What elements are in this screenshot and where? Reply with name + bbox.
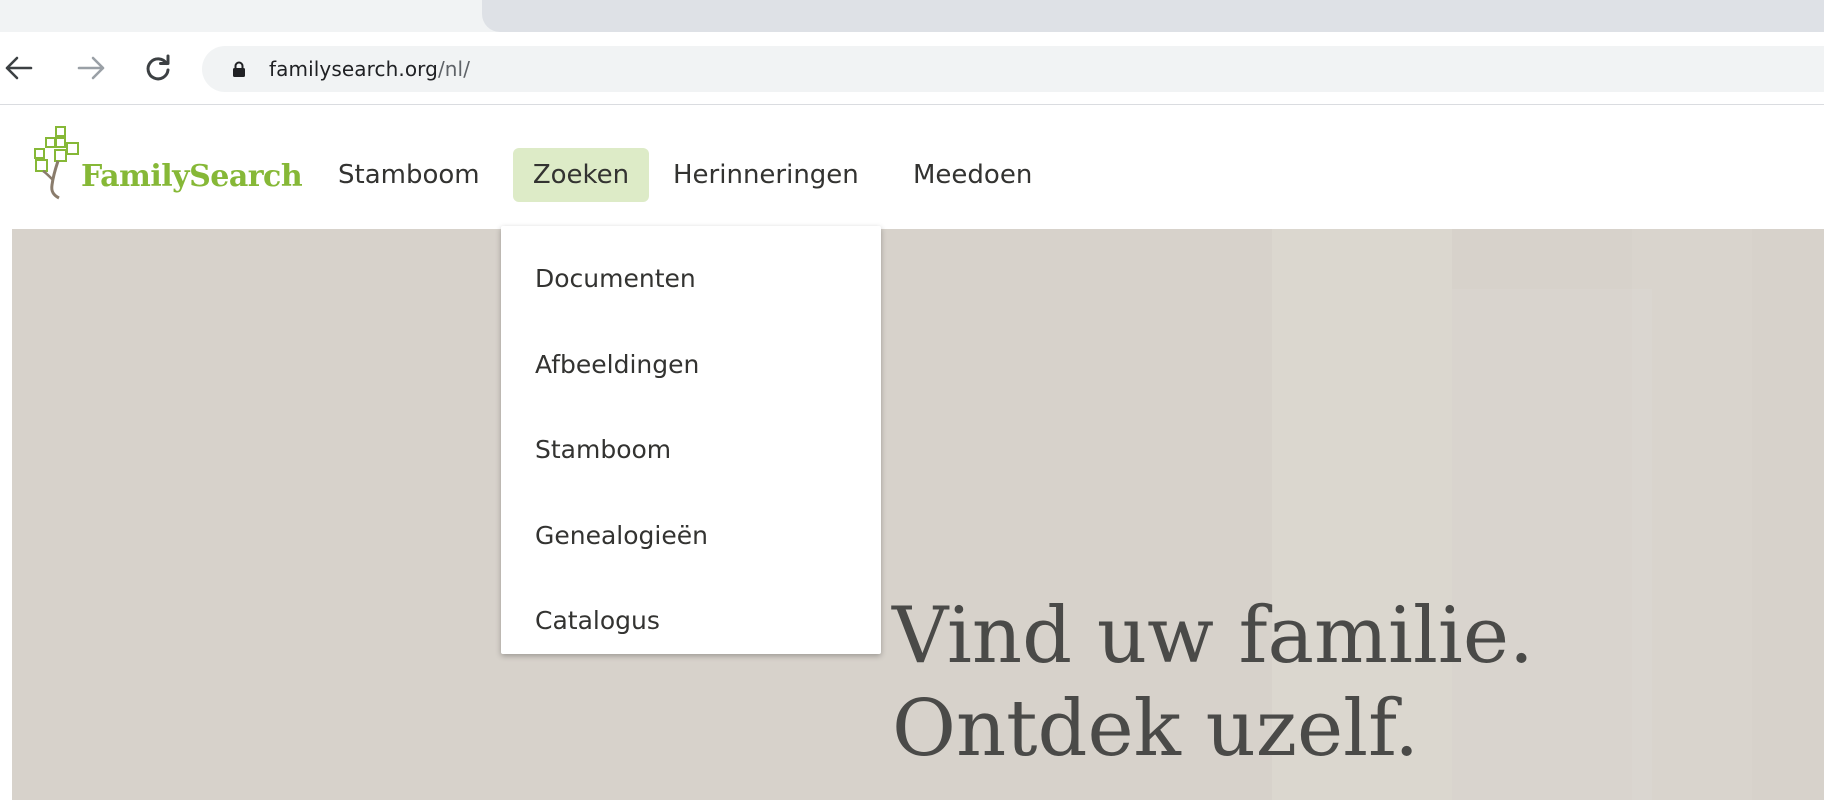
nav-meedoen[interactable]: Meedoen [913, 148, 1032, 202]
site-header: FamilySearch Stamboom Zoeken Herinnering… [12, 105, 1824, 229]
url-path: /nl/ [437, 57, 471, 81]
familysearch-logo[interactable]: FamilySearch [33, 125, 313, 205]
nav-zoeken[interactable]: Zoeken [513, 148, 649, 202]
url-text[interactable]: familysearch.org/nl/ [269, 57, 470, 81]
url-host: familysearch.org [269, 57, 438, 81]
hero-banner: Vind uw familie. Ontdek uzelf. [12, 229, 1824, 800]
reload-icon[interactable] [140, 50, 176, 86]
tab-strip-bar [482, 0, 1824, 32]
tab-strip [0, 0, 1824, 37]
hero-line-2: Ontdek uzelf. [892, 684, 1419, 774]
menu-item-afbeeldingen[interactable]: Afbeeldingen [501, 330, 881, 416]
zoeken-dropdown-menu: Documenten Afbeeldingen Stamboom Genealo… [501, 226, 881, 654]
menu-item-documenten[interactable]: Documenten [501, 244, 881, 330]
nav-herinneringen[interactable]: Herinneringen [673, 148, 859, 202]
menu-item-genealogieen[interactable]: Genealogieën [501, 501, 881, 587]
browser-chrome: familysearch.org/nl/ [0, 0, 1824, 105]
nav-stamboom[interactable]: Stamboom [338, 148, 480, 202]
hero-headline: Vind uw familie. Ontdek uzelf. [892, 590, 1534, 776]
logo-text: FamilySearch [81, 159, 303, 194]
hero-line-1: Vind uw familie. [892, 591, 1534, 681]
forward-arrow-icon[interactable] [74, 50, 110, 86]
back-arrow-icon[interactable] [0, 50, 36, 86]
menu-item-stamboom[interactable]: Stamboom [501, 415, 881, 501]
lock-icon [233, 61, 245, 77]
address-bar[interactable]: familysearch.org/nl/ [202, 46, 1824, 92]
menu-item-catalogus[interactable]: Catalogus [501, 586, 881, 672]
